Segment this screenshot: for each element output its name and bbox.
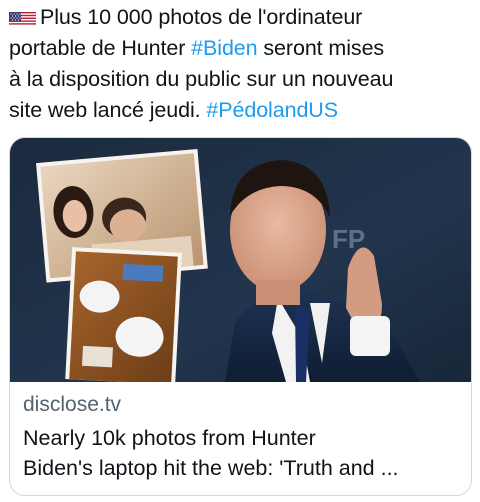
- tweet-text: Plus 10 000 photos de l'ordinateur porta…: [9, 2, 475, 126]
- tweet-line-4-start: site web lancé jeudi.: [9, 98, 207, 122]
- tweet-line-1: Plus 10 000 photos de l'ordinateur: [40, 5, 363, 29]
- tweet-line-2-end: seront mises: [257, 36, 385, 60]
- card-image[interactable]: FP: [10, 138, 471, 382]
- card-headline: Nearly 10k photos from Hunter Biden's la…: [23, 426, 399, 480]
- link-preview-card[interactable]: FP disclose.tv Nearly 10k photos from Hu…: [9, 137, 472, 496]
- hashtag-biden-link[interactable]: #Biden: [191, 36, 257, 60]
- us-flag-icon: [9, 8, 36, 26]
- tweet-line-3: à la disposition du public sur un nouvea…: [9, 67, 394, 91]
- tweet-line-2-start: portable de Hunter: [9, 36, 192, 60]
- hashtag-pedolandus-link[interactable]: #PédolandUS: [206, 98, 338, 122]
- card-domain: disclose.tv: [23, 393, 122, 416]
- card-meta[interactable]: disclose.tv Nearly 10k photos from Hunte…: [23, 391, 461, 483]
